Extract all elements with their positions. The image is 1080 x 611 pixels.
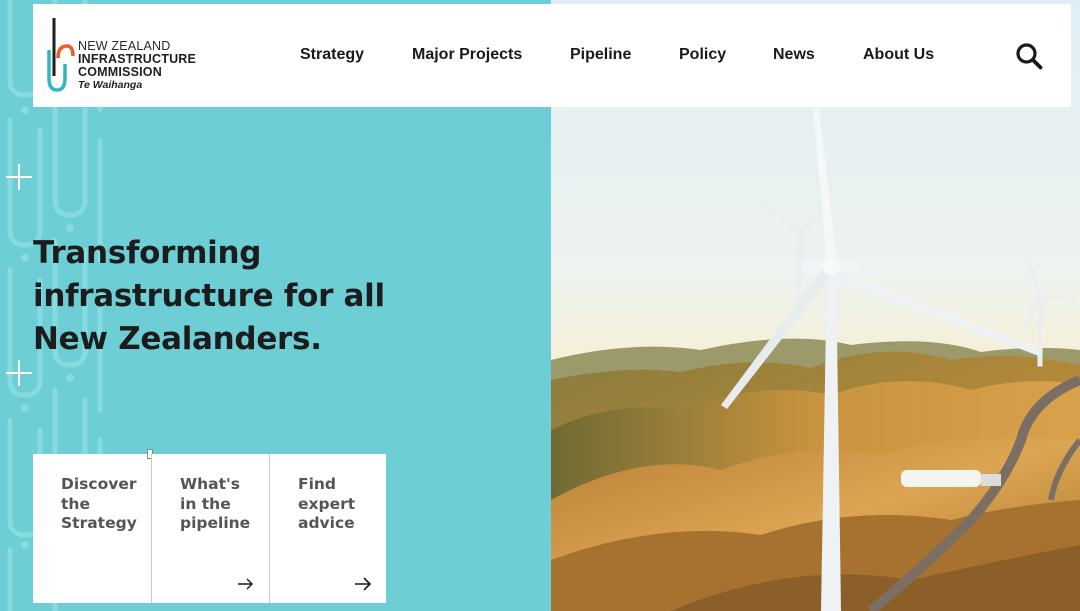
main-nav: Strategy Major Projects Pipeline Policy … xyxy=(33,46,1071,66)
logo-line-commission: COMMISSION xyxy=(78,65,162,79)
arrow-right-icon xyxy=(238,578,253,590)
arrow-right-icon xyxy=(355,577,372,591)
card-label-line: Strategy xyxy=(61,514,137,532)
card-find-expert-advice[interactable]: Find expert advice xyxy=(269,454,386,603)
card-label-line: What's xyxy=(180,475,240,493)
card-discover-the-strategy[interactable]: Discover the Strategy xyxy=(33,449,153,603)
card-label: Discover the Strategy xyxy=(61,475,156,534)
card-label-line: the xyxy=(61,494,90,513)
nav-item-policy[interactable]: Policy xyxy=(679,46,726,64)
card-whats-in-the-pipeline[interactable]: What's in the pipeline xyxy=(151,454,269,603)
card-label-line: Find xyxy=(298,475,337,493)
site-header: NEW ZEALAND INFRASTRUCTURE COMMISSION Te… xyxy=(33,4,1071,107)
logo-line-te-waihanga: Te Waihanga xyxy=(78,79,143,91)
hero-heading: Transforming infrastructure for all New … xyxy=(33,232,413,361)
card-label: Find expert advice xyxy=(298,475,393,534)
hero-heading-line: Transforming xyxy=(33,235,262,271)
hero-heading-line: infrastructure for all xyxy=(33,278,385,314)
card-label-line: pipeline xyxy=(180,514,251,532)
hero-heading-line: New Zealanders. xyxy=(33,321,322,357)
nav-item-strategy[interactable]: Strategy xyxy=(300,46,364,64)
nav-item-about-us[interactable]: About Us xyxy=(863,46,934,64)
card-label-line: Discover xyxy=(61,475,137,493)
plus-decoration-icon xyxy=(6,360,32,386)
search-icon[interactable] xyxy=(1015,42,1043,70)
card-label-line: expert xyxy=(298,494,356,513)
nav-item-news[interactable]: News xyxy=(773,46,815,64)
card-label-line: advice xyxy=(298,514,355,532)
quick-links: Discover the Strategy What's in the pipe… xyxy=(33,449,386,603)
plus-decoration-icon xyxy=(6,164,32,190)
nav-item-pipeline[interactable]: Pipeline xyxy=(570,46,631,64)
card-label-line: in the xyxy=(180,494,231,513)
card-label: What's in the pipeline xyxy=(180,475,275,534)
nav-item-major-projects[interactable]: Major Projects xyxy=(412,46,522,64)
